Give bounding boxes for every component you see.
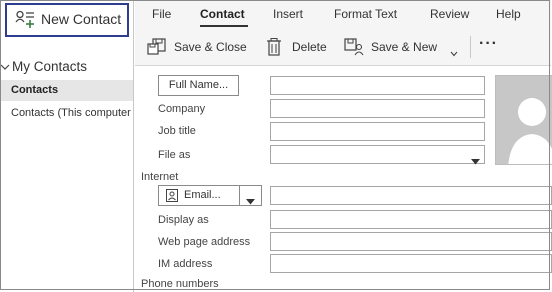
nav-item-label: Contacts (11, 84, 59, 96)
full-name-button[interactable]: Full Name... (158, 75, 239, 96)
ribbon-divider (470, 36, 471, 58)
my-contacts-label: My Contacts (12, 59, 88, 74)
tab-review[interactable]: Review (430, 7, 469, 21)
more-options-button[interactable]: ··· (479, 35, 498, 53)
contact-photo[interactable] (495, 75, 552, 165)
tab-contact[interactable]: Contact (200, 7, 245, 21)
delete-button[interactable]: Delete (266, 37, 332, 59)
tab-help[interactable]: Help (496, 7, 521, 21)
web-page-label: Web page address (158, 236, 251, 248)
email-button[interactable]: Email... (158, 185, 262, 206)
chevron-down-icon[interactable] (450, 44, 458, 62)
company-label: Company (158, 103, 206, 115)
contacts-navigation: New Contact My Contacts Contacts Contact… (0, 0, 134, 292)
job-title-label: Job title (158, 125, 196, 137)
file-as-dropdown[interactable] (270, 145, 485, 165)
delete-label: Delete (292, 40, 327, 54)
im-address-field[interactable] (270, 254, 552, 273)
nav-item-contacts-this-computer[interactable]: Contacts (This computer only) (0, 103, 133, 124)
full-name-field[interactable] (270, 76, 485, 95)
job-title-field[interactable] (270, 122, 485, 141)
nav-item-contacts[interactable]: Contacts (0, 80, 133, 101)
save-new-icon (344, 38, 366, 62)
internet-section-label: Internet (141, 171, 179, 183)
im-address-label: IM address (158, 258, 213, 270)
web-page-field[interactable] (270, 232, 552, 251)
email-button-divider (239, 185, 240, 206)
save-close-label: Save & Close (174, 40, 247, 54)
save-new-button[interactable]: Save & New (344, 37, 458, 59)
new-contact-label: New Contact (41, 11, 122, 27)
save-close-icon (147, 38, 167, 61)
display-as-label: Display as (158, 214, 209, 226)
my-contacts-group[interactable]: My Contacts (0, 59, 87, 74)
photo-placeholder-icon (508, 98, 552, 164)
tab-insert[interactable]: Insert (273, 7, 303, 21)
company-field[interactable] (270, 99, 485, 118)
tab-file[interactable]: File (152, 7, 171, 21)
email-button-label: Email... (184, 189, 221, 201)
tab-format-text[interactable]: Format Text (334, 7, 397, 21)
dropdown-arrow-icon[interactable] (246, 193, 255, 212)
save-new-label: Save & New (371, 40, 438, 54)
email-field[interactable] (270, 186, 552, 205)
contact-card-icon (166, 189, 178, 209)
chevron-down-icon (0, 63, 12, 74)
display-as-field[interactable] (270, 210, 552, 229)
new-contact-icon (15, 10, 37, 35)
save-close-button[interactable]: Save & Close (147, 37, 255, 59)
dropdown-arrow-icon (471, 152, 480, 170)
active-tab-indicator (200, 25, 248, 27)
nav-item-label: Contacts (This computer only) (11, 107, 133, 119)
trash-icon (266, 38, 282, 62)
file-as-label: File as (158, 149, 191, 161)
phone-numbers-section-label: Phone numbers (141, 278, 219, 290)
new-contact-button[interactable]: New Contact (5, 3, 129, 37)
